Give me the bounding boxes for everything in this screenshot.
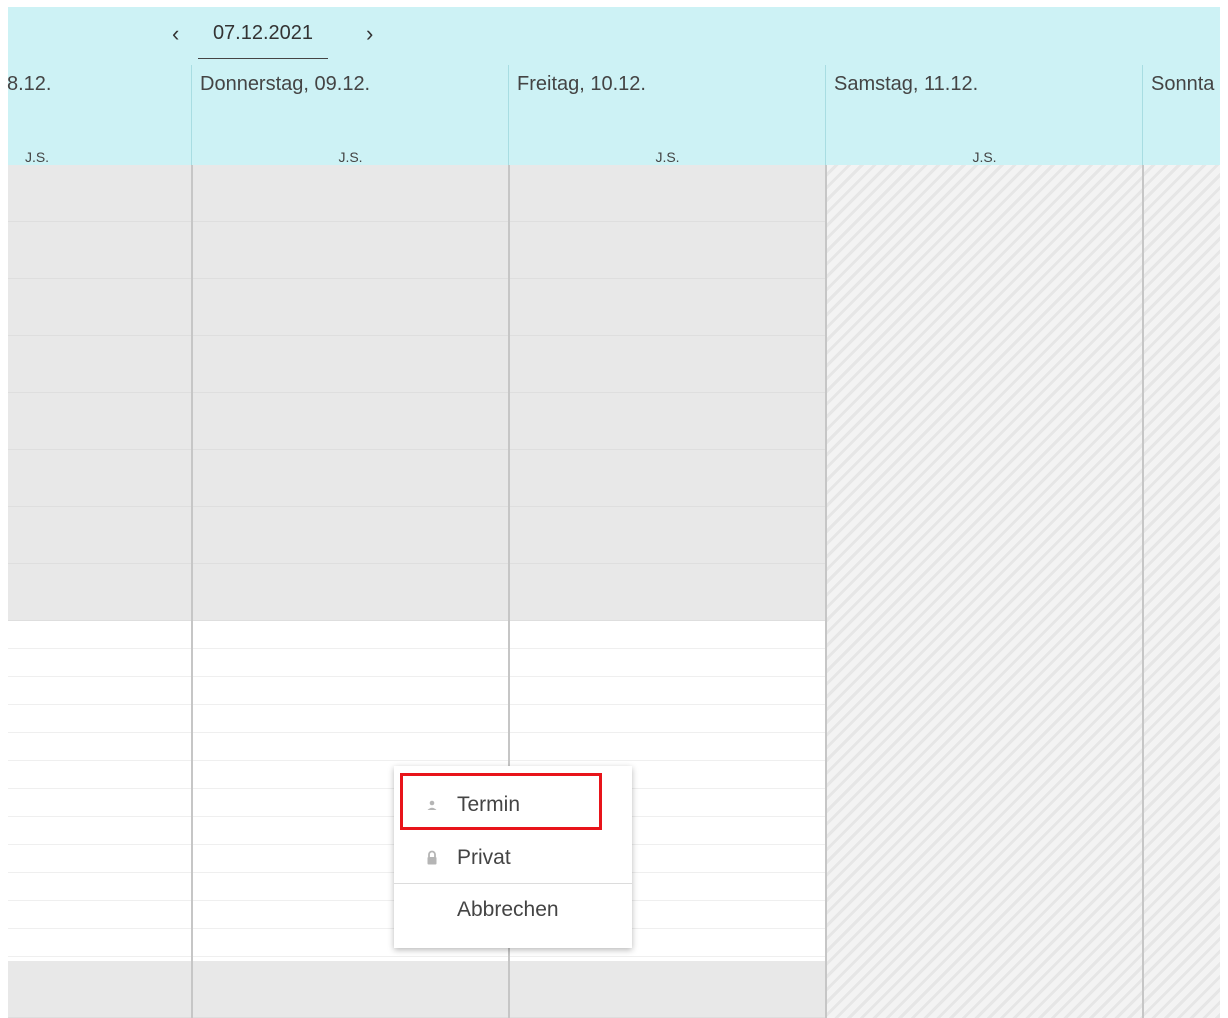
next-day-button[interactable]: ›	[366, 23, 373, 45]
menu-item-abbrechen[interactable]: Abbrechen	[394, 884, 632, 936]
column-divider	[1142, 165, 1144, 1018]
day-column-header[interactable]: Donnerstag, 09.12. J.S.	[191, 65, 509, 165]
menu-item-label: Privat	[457, 846, 511, 869]
day-label: Donnerstag, 09.12.	[200, 73, 371, 95]
day-column-header[interactable]: Freitag, 10.12. J.S.	[508, 65, 826, 165]
calendar-header: ‹ 07.12.2021 › 8.12. J.S. Donnerstag, 09…	[7, 7, 1221, 165]
day-label: 8.12.	[7, 73, 52, 95]
weekend-column-saturday	[826, 165, 1142, 1018]
day-label: Freitag, 10.12.	[517, 73, 646, 95]
highlight-box	[400, 773, 602, 830]
day-column-header[interactable]: 8.12. J.S.	[7, 65, 191, 165]
current-date-field[interactable]: 07.12.2021	[198, 17, 328, 59]
day-column-header[interactable]: Samstag, 11.12. J.S.	[825, 65, 1143, 165]
menu-item-privat[interactable]: Privat	[394, 832, 632, 884]
weekend-column-sunday	[1143, 165, 1220, 1018]
staff-initials: J.S.	[972, 149, 997, 165]
staff-initials: J.S.	[655, 149, 680, 165]
prev-day-button[interactable]: ‹	[172, 23, 179, 45]
day-column-header[interactable]: Sonnta	[1142, 65, 1221, 165]
lock-icon	[424, 848, 440, 868]
day-label: Samstag, 11.12.	[834, 73, 979, 95]
column-divider	[191, 165, 193, 1018]
menu-item-label: Abbrechen	[457, 898, 559, 921]
staff-initials: J.S.	[338, 149, 363, 165]
staff-initials: J.S.	[24, 149, 50, 165]
day-label: Sonnta	[1151, 73, 1215, 95]
column-divider	[825, 165, 827, 1018]
